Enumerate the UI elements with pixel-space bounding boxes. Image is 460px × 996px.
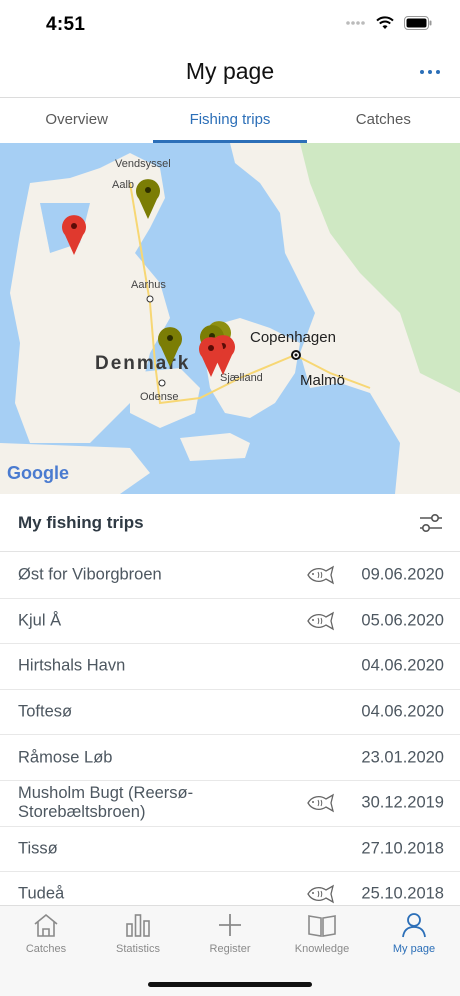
status-bar: 4:51	[0, 0, 460, 50]
home-indicator	[148, 982, 312, 987]
map-label-aalborg: Aalb	[112, 179, 135, 191]
battery-icon	[404, 16, 432, 30]
fish-icon	[307, 565, 335, 585]
tabbar-item-my-page[interactable]: My page	[368, 906, 460, 966]
trip-row[interactable]: Råmose Løb 23.01.2020	[0, 735, 460, 781]
user-icon	[402, 913, 426, 938]
trip-date: 04.06.2020	[361, 656, 444, 675]
trip-name: Tissø	[18, 839, 58, 858]
trip-row[interactable]: Tissø 27.10.2018	[0, 827, 460, 873]
map-pin-olive[interactable]	[157, 327, 183, 367]
tabbar-label: Register	[209, 943, 251, 955]
more-dot-icon	[428, 70, 432, 74]
status-time: 4:51	[46, 14, 86, 35]
trip-row[interactable]: Øst for Viborgbroen 09.06.2020	[0, 553, 460, 599]
fish-icon	[307, 793, 335, 813]
map-canvas	[0, 143, 460, 494]
book-icon	[308, 915, 336, 937]
tab-overview[interactable]: Overview	[0, 99, 153, 143]
trip-row[interactable]: Hirtshals Havn 04.06.2020	[0, 644, 460, 690]
trip-row[interactable]: Kjul Å 05.06.2020	[0, 599, 460, 645]
trip-date: 27.10.2018	[361, 839, 444, 858]
trip-row[interactable]: Musholm Bugt (Reersø-Storebæltsbroen) 30.…	[0, 781, 460, 827]
trips-section-header: My fishing trips	[0, 494, 460, 552]
more-dot-icon	[436, 70, 440, 74]
map-label-odense: Odense	[140, 391, 179, 403]
tabbar-label: Catches	[25, 943, 67, 955]
map-label-copenhagen: Copenhagen	[250, 329, 336, 346]
segment-tabs: Overview Fishing trips Catches	[0, 99, 460, 143]
page-title: My page	[185, 58, 275, 84]
trip-row[interactable]: Toftesø 04.06.2020	[0, 690, 460, 736]
fish-icon	[307, 611, 335, 631]
status-icons	[346, 16, 432, 30]
tab-catches[interactable]: Catches	[307, 99, 460, 143]
tabbar-item-knowledge[interactable]: Knowledge	[276, 906, 368, 966]
map-label-vendsyssel: Vendsyssel	[115, 158, 171, 170]
map-label-malmo: Malmö	[300, 372, 346, 389]
trip-name: Øst for Viborgbroen	[18, 565, 162, 584]
trips-map[interactable]: Vendsyssel Aalb Aarhus Denmark Odense Co…	[0, 143, 460, 494]
trip-date: 04.06.2020	[361, 702, 444, 721]
trip-name: Musholm Bugt (Reersø-Storebæltsbroen)	[18, 784, 194, 822]
tabbar-label: Knowledge	[294, 943, 350, 955]
trip-name: Råmose Løb	[18, 748, 113, 767]
trip-date: 09.06.2020	[361, 565, 444, 584]
sliders-icon[interactable]	[418, 510, 444, 536]
tabbar-item-catches[interactable]: Catches	[0, 906, 92, 966]
map-label-aarhus: Aarhus	[131, 279, 166, 291]
trip-date: 25.10.2018	[361, 884, 444, 903]
bar-chart-icon	[126, 914, 150, 937]
tab-fishing-trips[interactable]: Fishing trips	[153, 99, 307, 143]
trip-date: 30.12.2019	[361, 793, 444, 812]
trip-list: Øst for Viborgbroen 09.06.2020 Kjul Å 05.06…	[0, 553, 460, 905]
map-pin-olive[interactable]	[135, 179, 161, 219]
trip-date: 23.01.2020	[361, 748, 444, 767]
nav-header: My page	[0, 50, 460, 98]
trip-date: 05.06.2020	[361, 611, 444, 630]
bottom-tab-bar: Catches Statistics Register Knowledge My…	[0, 905, 460, 996]
tabbar-label: Statistics	[115, 943, 160, 955]
more-dot-icon	[420, 70, 424, 74]
tabbar-item-statistics[interactable]: Statistics	[92, 906, 184, 966]
trip-name: Toftesø	[18, 702, 73, 721]
wifi-icon	[376, 16, 394, 29]
plus-icon	[219, 914, 241, 936]
trip-name: Hirtshals Havn	[18, 656, 126, 675]
trip-row[interactable]: Tudeå 25.10.2018	[0, 872, 460, 905]
signal-icon	[346, 21, 365, 25]
trip-name: Tudeå	[18, 884, 65, 903]
tabbar-label: My page	[392, 943, 436, 955]
trip-name: Kjul Å	[18, 611, 62, 630]
trips-title: My fishing trips	[18, 513, 144, 532]
map-pin-red[interactable]	[61, 215, 87, 255]
google-logo: Google	[7, 463, 69, 483]
tabbar-item-register[interactable]: Register	[184, 906, 276, 966]
fish-icon	[307, 885, 335, 904]
map-pin-red[interactable]	[198, 337, 224, 377]
more-options-button[interactable]	[400, 60, 440, 84]
home-icon	[34, 913, 58, 937]
